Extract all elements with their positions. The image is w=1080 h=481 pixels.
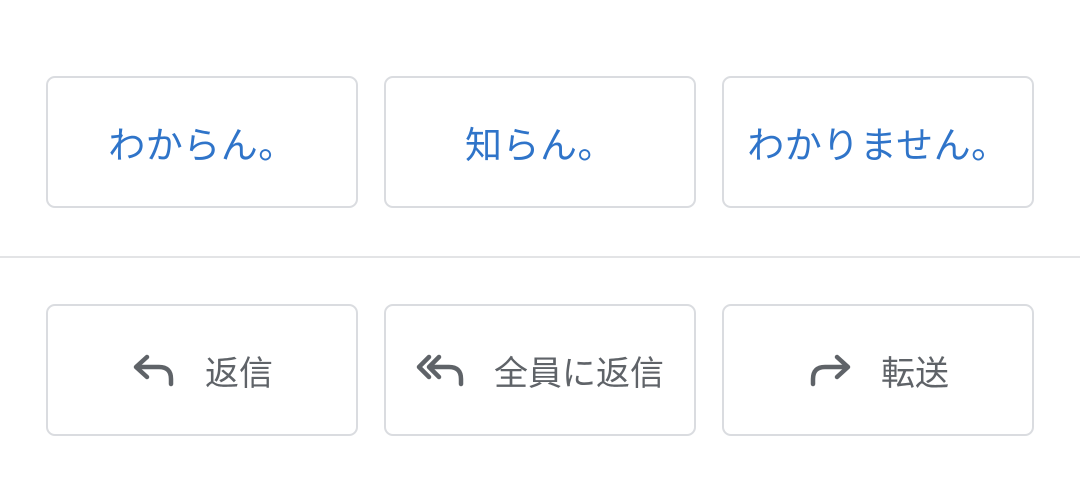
smart-reply-chip-1[interactable]: わからん。 bbox=[46, 76, 358, 208]
smart-reply-row: わからん。 知らん。 わかりません。 bbox=[46, 76, 1034, 208]
smart-reply-label: わかりません。 bbox=[747, 124, 1009, 167]
reply-all-icon bbox=[416, 353, 466, 387]
smart-reply-chip-3[interactable]: わかりません。 bbox=[722, 76, 1034, 208]
reply-all-label: 全員に返信 bbox=[494, 353, 664, 394]
forward-button[interactable]: 転送 bbox=[722, 304, 1034, 436]
smart-reply-label: 知らん。 bbox=[465, 124, 615, 167]
action-row: 返信 全員に返信 転送 bbox=[46, 304, 1034, 436]
smart-reply-label: わからん。 bbox=[108, 124, 296, 167]
forward-icon bbox=[807, 353, 853, 387]
reply-panel: わからん。 知らん。 わかりません。 返信 全員に返信 転送 bbox=[0, 0, 1080, 481]
reply-label: 返信 bbox=[205, 353, 273, 394]
smart-reply-chip-2[interactable]: 知らん。 bbox=[384, 76, 696, 208]
reply-all-button[interactable]: 全員に返信 bbox=[384, 304, 696, 436]
reply-icon bbox=[131, 353, 177, 387]
divider bbox=[0, 256, 1080, 258]
forward-label: 転送 bbox=[881, 353, 949, 394]
reply-button[interactable]: 返信 bbox=[46, 304, 358, 436]
